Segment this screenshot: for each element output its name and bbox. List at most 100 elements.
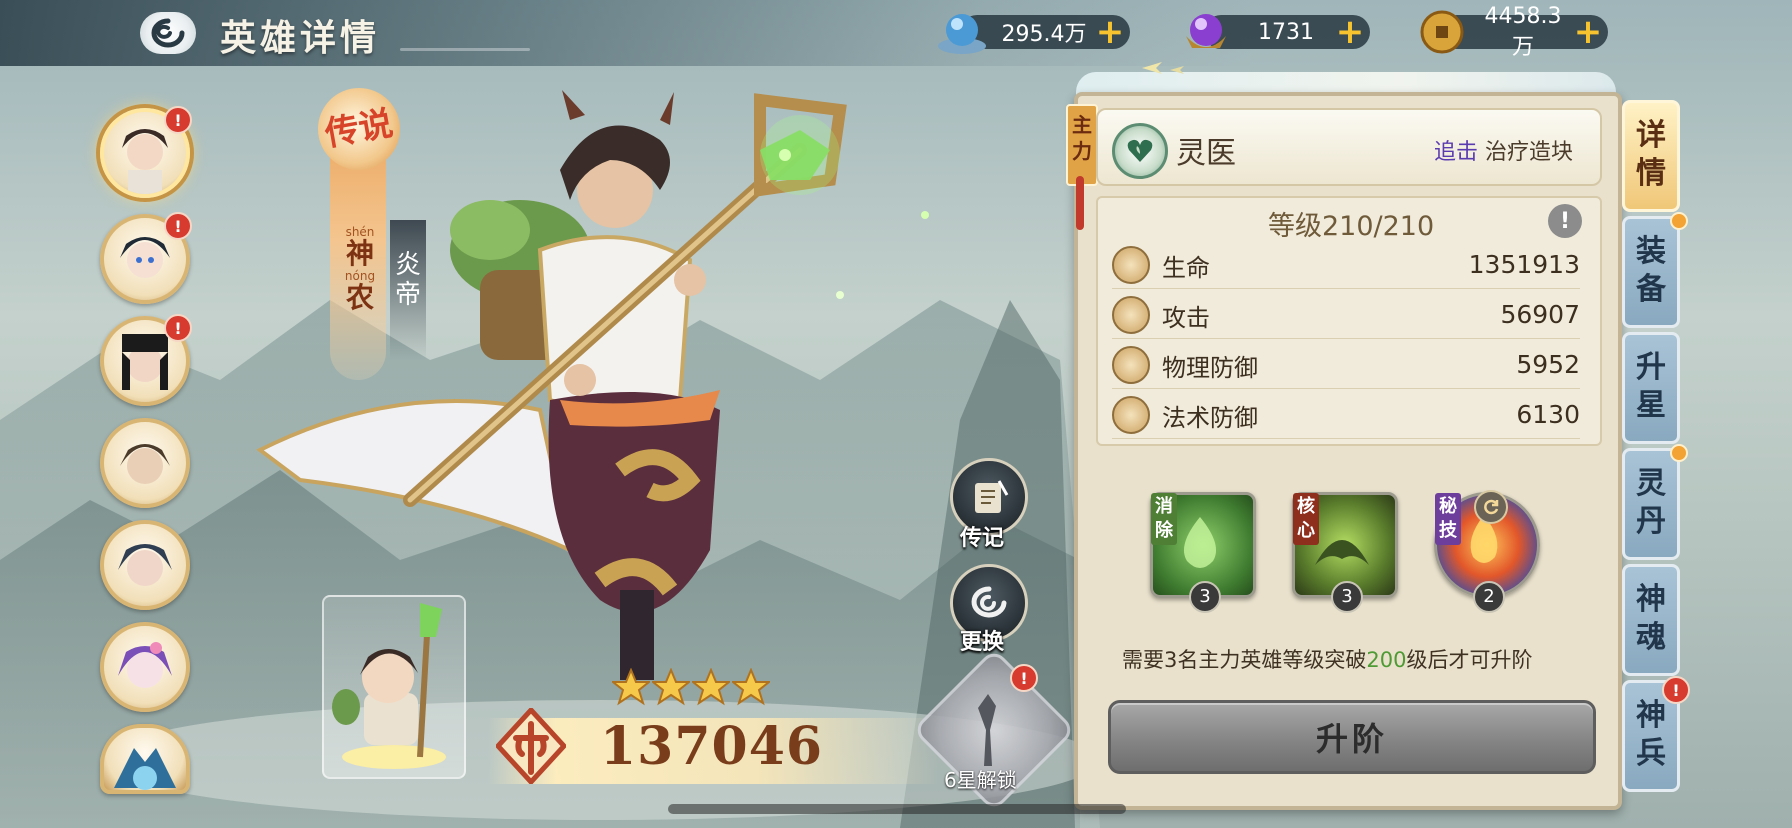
refresh-icon [1484, 499, 1499, 515]
home-indicator[interactable] [668, 804, 1126, 814]
tab-divine-weapon-alert: ! [1662, 676, 1690, 704]
staff-silhouette-icon [978, 694, 996, 766]
tab-elixir-dot [1670, 444, 1688, 462]
stat-value: 1351913 [1468, 250, 1580, 279]
gold-coin-icon [1420, 10, 1464, 54]
requirement-suffix: 级后才可升阶 [1406, 648, 1533, 672]
skill-eliminate[interactable]: 消除 3 [1150, 492, 1256, 613]
stat-row-magic-def: 法术防御 6130 [1112, 390, 1580, 439]
star-icon [612, 668, 650, 706]
roster-alert-2: ! [164, 212, 192, 240]
chibi-preview-card[interactable] [322, 595, 466, 779]
shield-icon [1112, 346, 1150, 384]
stat-row-phys-def: 物理防御 5952 [1112, 340, 1580, 389]
tab-label: 升星 [1636, 350, 1666, 423]
tab-star-up[interactable]: 升星 [1622, 332, 1680, 444]
star-icon [692, 668, 730, 706]
change-label: 更换 [960, 629, 1005, 655]
purple-orb-icon [1186, 14, 1226, 48]
upgrade-requirement: 需要3名主力英雄等级突破200级后才可升阶 [1122, 644, 1532, 674]
stat-label: 攻击 [1162, 304, 1210, 332]
skill-tag: 消除 [1151, 493, 1177, 545]
title-underline [400, 48, 530, 51]
main-force-tag: 主力 [1066, 104, 1098, 186]
roster-hero-4[interactable] [100, 418, 190, 508]
scroll-icon [975, 480, 1009, 513]
add-coin-button[interactable]: + [1568, 15, 1608, 49]
tab-equipment-dot [1670, 212, 1688, 230]
skill-level: 3 [1189, 581, 1221, 613]
stat-label: 法术防御 [1162, 404, 1258, 432]
tab-label: 神兵 [1636, 698, 1666, 771]
stat-value: 56907 [1500, 300, 1580, 329]
roster-hero-6[interactable] [100, 622, 190, 712]
hero-stars [612, 668, 770, 706]
tab-soul[interactable]: 神魂 [1622, 564, 1680, 676]
currency-spirit: 1731 + [1186, 14, 1370, 49]
back-swirl-icon [151, 18, 185, 48]
roster-alert-1: ! [164, 106, 192, 134]
unlock-alert: ! [1010, 664, 1038, 692]
tab-label: 神魂 [1636, 582, 1666, 655]
requirement-number: 200 [1366, 648, 1407, 672]
stat-row-attack: 攻击 56907 [1112, 290, 1580, 339]
hero-portrait-icon [120, 444, 170, 484]
currency-jade: 295.4万 + [938, 14, 1130, 54]
currency-spirit-value: 1731 [1258, 19, 1314, 45]
skill-level: 2 [1473, 581, 1505, 613]
tab-elixir[interactable]: 灵丹 [1622, 448, 1680, 560]
class-tags: 追击 治疗造块 [1434, 134, 1573, 166]
currency-coin-value: 4458.3万 [1484, 3, 1562, 60]
chibi-hero-icon [332, 603, 446, 769]
star-icon [732, 668, 770, 706]
roster-alert-3: ! [164, 314, 192, 342]
sword-icon [1112, 296, 1150, 334]
add-spirit-button[interactable]: + [1330, 15, 1370, 49]
tab-label: 灵丹 [1636, 466, 1666, 539]
class-tag-highlight: 追击 [1434, 140, 1479, 165]
stat-value: 6130 [1516, 400, 1580, 429]
currency-jade-value: 295.4万 [1001, 22, 1087, 47]
upgrade-button[interactable]: 升阶 [1108, 700, 1596, 774]
requirement-prefix: 需要3名主力英雄等级突破 [1122, 648, 1367, 672]
hero-portrait-icon [114, 748, 176, 790]
skill-level: 3 [1331, 581, 1363, 613]
tab-equipment[interactable]: 装备 [1622, 216, 1680, 328]
page-title: 英雄详情 [220, 17, 381, 59]
skill-tag: 核心 [1293, 493, 1319, 545]
skill-tag: 秘技 [1435, 493, 1461, 545]
stat-row-hp: 生命 1351913 [1112, 240, 1580, 289]
hero-portrait-icon [118, 642, 172, 688]
stat-label: 生命 [1162, 254, 1210, 282]
tassel-decoration [1076, 176, 1084, 230]
biography-label: 传记 [960, 525, 1005, 551]
stat-value: 5952 [1516, 350, 1580, 379]
unlock-label: 6星解锁 [944, 768, 1017, 792]
tab-label: 详情 [1636, 118, 1666, 191]
class-name: 灵医 [1176, 136, 1236, 171]
tab-label: 装备 [1636, 234, 1666, 307]
healer-heart-icon [1127, 139, 1153, 162]
level-info-button[interactable]: ! [1548, 204, 1582, 238]
heart-icon [1112, 246, 1150, 284]
level-text: 等级210/210 [1268, 211, 1435, 242]
star-icon [652, 668, 690, 706]
hero-portrait-icon [118, 544, 172, 586]
roster-hero-7[interactable] [100, 724, 190, 794]
roster-hero-5[interactable] [100, 520, 190, 610]
power-icon [496, 708, 566, 784]
magic-shield-icon [1112, 396, 1150, 434]
class-tag-rest: 治疗造块 [1485, 140, 1574, 165]
power-value: 137046 [600, 716, 824, 777]
bird-icon [1142, 62, 1184, 74]
stat-label: 物理防御 [1162, 354, 1258, 382]
back-button[interactable] [140, 12, 196, 54]
currency-coin: 4458.3万 + [1420, 4, 1608, 60]
swirl-icon [971, 586, 1007, 618]
class-icon [1112, 123, 1168, 179]
skill-refresh-button[interactable] [1474, 490, 1508, 524]
blue-orb-icon [938, 14, 986, 54]
skill-core[interactable]: 核心 3 [1292, 492, 1398, 613]
tab-details[interactable]: 详情 [1622, 100, 1680, 212]
add-jade-button[interactable]: + [1090, 15, 1130, 49]
